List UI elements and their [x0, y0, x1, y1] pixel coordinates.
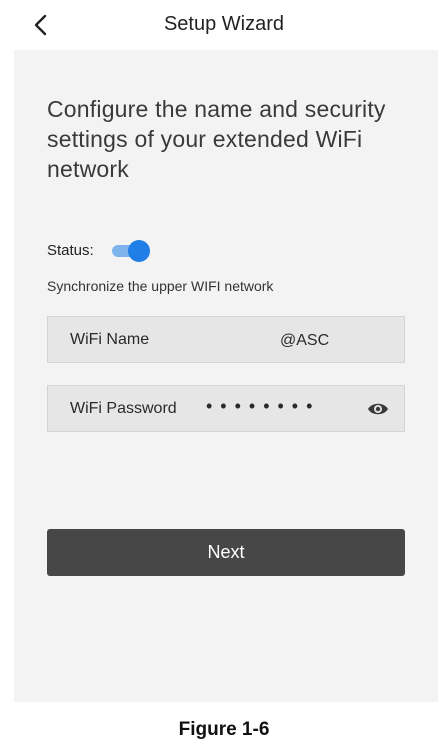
- show-password-button[interactable]: [366, 400, 390, 418]
- wifi-password-value[interactable]: ••••••••: [206, 396, 320, 417]
- wifi-password-label: WiFi Password: [70, 400, 177, 417]
- wifi-password-field[interactable]: WiFi Password ••••••••: [47, 385, 405, 432]
- sync-description: Synchronize the upper WIFI network: [47, 278, 274, 294]
- wifi-name-label: WiFi Name: [70, 331, 150, 348]
- status-label: Status:: [47, 241, 94, 259]
- toggle-knob: [127, 240, 150, 262]
- status-toggle[interactable]: [110, 239, 150, 262]
- figure-caption: Figure 1-6: [178, 719, 270, 740]
- next-button[interactable]: Next: [47, 529, 405, 576]
- app-header: Setup Wizard: [0, 0, 448, 50]
- wifi-name-field[interactable]: WiFi Name @ASC: [47, 316, 405, 363]
- setup-wizard-screen: Setup Wizard Configure the name and secu…: [0, 0, 448, 747]
- eye-icon: [368, 403, 388, 415]
- content-panel: Configure the name and security settings…: [14, 50, 438, 702]
- page-title: Setup Wizard: [163, 13, 285, 35]
- status-row: Status:: [47, 236, 150, 264]
- section-heading: Configure the name and security settings…: [47, 96, 386, 182]
- wifi-name-value[interactable]: @ASC: [280, 332, 329, 350]
